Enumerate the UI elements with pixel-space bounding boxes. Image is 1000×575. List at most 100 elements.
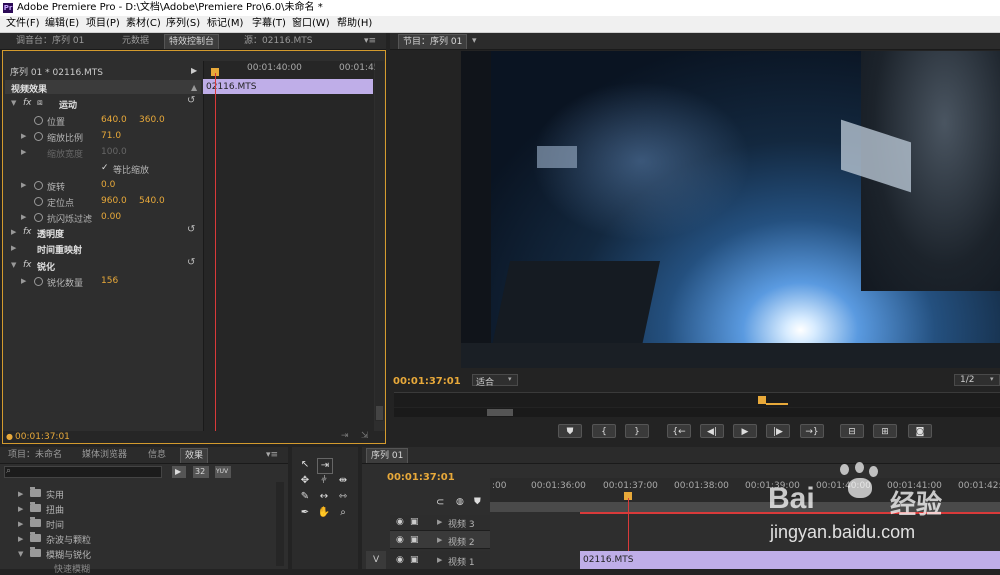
effect-timeline-area[interactable]	[203, 61, 374, 431]
tab-effect-controls[interactable]: 特效控制台	[164, 34, 220, 49]
link-marker-icon[interactable]: ◍	[456, 497, 464, 507]
expand-opacity-icon[interactable]: ▶	[11, 228, 16, 236]
mark-out-button[interactable]: }	[625, 424, 649, 438]
menu-help[interactable]: 帮助(H)	[337, 16, 372, 32]
tab-info[interactable]: 信息	[144, 448, 170, 462]
rotation-value[interactable]: 0.0	[101, 180, 115, 190]
toggle-track-output-icon[interactable]: ◉	[396, 535, 404, 545]
add-marker-button[interactable]: ⛊	[558, 424, 582, 438]
sharpen-amount-value[interactable]: 156	[101, 276, 118, 286]
toggle-track-lock-icon[interactable]: ▣	[410, 555, 419, 565]
timeline-timecode[interactable]: 00:01:37:01	[387, 472, 455, 483]
tab-project[interactable]: 项目：未命名	[4, 448, 66, 462]
go-to-in-button[interactable]: {←	[667, 424, 691, 438]
expand-time-remap-icon[interactable]: ▶	[11, 244, 16, 252]
menu-marker[interactable]: 标记(M)	[207, 16, 243, 32]
program-video-frame[interactable]	[461, 51, 1000, 368]
export-frame-button[interactable]: ◙	[908, 424, 932, 438]
motion-transform-icon[interactable]: ⧈	[37, 98, 43, 108]
scroll-up-icon[interactable]: ▲	[191, 83, 197, 92]
zoom-tool-icon[interactable]: ⌕	[336, 506, 350, 520]
anchor-y-value[interactable]: 540.0	[139, 196, 165, 206]
add-marker-icon[interactable]: ⛊	[474, 497, 481, 507]
reset-motion-icon[interactable]: ↺	[187, 95, 195, 106]
snap-icon[interactable]: ⊂	[436, 497, 444, 508]
menu-project[interactable]: 项目(P)	[86, 16, 120, 32]
menu-file[interactable]: 文件(F)	[6, 16, 40, 32]
step-back-button[interactable]: ◀|	[700, 424, 724, 438]
rate-stretch-tool-icon[interactable]: ⇹	[336, 474, 350, 488]
expand-rotation-icon[interactable]: ▶	[21, 181, 26, 189]
tab-program-monitor[interactable]: 节目：序列 01	[398, 34, 468, 49]
timeline-clip[interactable]	[580, 551, 1000, 569]
effects-scrollbar-thumb[interactable]	[376, 406, 383, 420]
menu-window[interactable]: 窗口(W)	[292, 16, 330, 32]
tab-metadata[interactable]: 元数据	[118, 34, 153, 48]
expand-motion-icon[interactable]: ▼	[11, 99, 16, 107]
collapse-folder-icon[interactable]: ▼	[18, 550, 23, 558]
export-icon[interactable]: ⇲	[361, 431, 369, 441]
ripple-edit-tool-icon[interactable]: ✥	[298, 474, 312, 488]
effects-current-time[interactable]: 00:01:37:01	[15, 432, 70, 442]
expand-folder-icon[interactable]: ▶	[18, 535, 23, 543]
menu-sequence[interactable]: 序列(S)	[166, 16, 200, 32]
tab-effects[interactable]: 效果	[180, 448, 209, 463]
expand-track-icon[interactable]: ▶	[437, 518, 442, 526]
stopwatch-icon[interactable]	[34, 277, 43, 286]
position-y-value[interactable]: 360.0	[139, 115, 165, 125]
pen-tool-icon[interactable]: ✒	[298, 506, 312, 520]
expand-track-icon[interactable]: ▶	[437, 556, 442, 564]
uniform-scale-checkbox[interactable]: ✓	[101, 163, 109, 173]
program-zoom-bar[interactable]	[394, 408, 1000, 417]
menu-edit[interactable]: 编辑(E)	[45, 16, 79, 32]
toggle-track-output-icon[interactable]: ◉	[396, 517, 404, 527]
play-clip-icon[interactable]: ▶	[191, 66, 197, 75]
stopwatch-icon[interactable]	[34, 181, 43, 190]
program-timecode[interactable]: 00:01:37:01	[393, 376, 461, 387]
effects-search-input[interactable]	[4, 466, 162, 478]
menu-clip[interactable]: 素材(C)	[126, 16, 161, 32]
scale-value[interactable]: 71.0	[101, 131, 121, 141]
expand-folder-icon[interactable]: ▶	[18, 520, 23, 528]
effects-scrollbar[interactable]	[375, 61, 384, 421]
expand-scale-icon[interactable]: ▶	[21, 132, 26, 140]
reset-opacity-icon[interactable]: ↺	[187, 224, 195, 235]
stopwatch-icon[interactable]	[34, 116, 43, 125]
rolling-edit-tool-icon[interactable]: ⫩	[317, 474, 331, 488]
effects-browser-scrollbar[interactable]	[276, 482, 284, 566]
anchor-x-value[interactable]: 960.0	[101, 196, 127, 206]
expand-sharpen-icon[interactable]: ▼	[11, 261, 16, 269]
program-zoom-thumb[interactable]	[487, 409, 513, 416]
program-playhead-icon[interactable]	[758, 396, 766, 404]
hand-tool-icon[interactable]: ✋	[317, 506, 331, 520]
menu-title[interactable]: 字幕(T)	[252, 16, 286, 32]
program-scrub-bar[interactable]	[394, 392, 1000, 407]
expand-folder-icon[interactable]: ▶	[18, 490, 23, 498]
reset-sharpen-icon[interactable]: ↺	[187, 257, 195, 268]
toggle-track-lock-icon[interactable]: ▣	[410, 517, 419, 527]
folder-time[interactable]: 时间	[46, 518, 64, 531]
expand-sharpen-amount-icon[interactable]: ▶	[21, 277, 26, 285]
expand-track-icon[interactable]: ▶	[437, 536, 442, 544]
go-to-out-button[interactable]: →}	[800, 424, 824, 438]
stopwatch-icon[interactable]	[34, 132, 43, 141]
panel-menu-icon[interactable]: ▾≡	[266, 450, 278, 460]
folder-blur-sharpen[interactable]: 模糊与锐化	[46, 548, 91, 561]
antiflicker-value[interactable]: 0.00	[101, 212, 121, 222]
folder-utility[interactable]: 实用	[46, 488, 64, 501]
lift-button[interactable]: ⊟	[840, 424, 864, 438]
toggle-track-lock-icon[interactable]: ▣	[410, 535, 419, 545]
tab-source[interactable]: 源：02116.MTS	[240, 34, 316, 48]
filter-icon[interactable]: ⇥	[341, 431, 349, 441]
expand-folder-icon[interactable]: ▶	[18, 505, 23, 513]
folder-distort[interactable]: 扭曲	[46, 503, 64, 516]
step-forward-button[interactable]: |▶	[766, 424, 790, 438]
toggle-track-output-icon[interactable]: ◉	[396, 555, 404, 565]
tab-media-browser[interactable]: 媒体浏览器	[78, 448, 131, 462]
extract-button[interactable]: ⊞	[873, 424, 897, 438]
slide-tool-icon[interactable]: ⇿	[336, 490, 350, 504]
razor-tool-icon[interactable]: ✎	[298, 490, 312, 504]
panel-menu-icon[interactable]: ▾≡	[364, 36, 376, 46]
slip-tool-icon[interactable]: ↔	[317, 490, 331, 504]
selection-tool-icon[interactable]: ↖	[298, 458, 312, 472]
